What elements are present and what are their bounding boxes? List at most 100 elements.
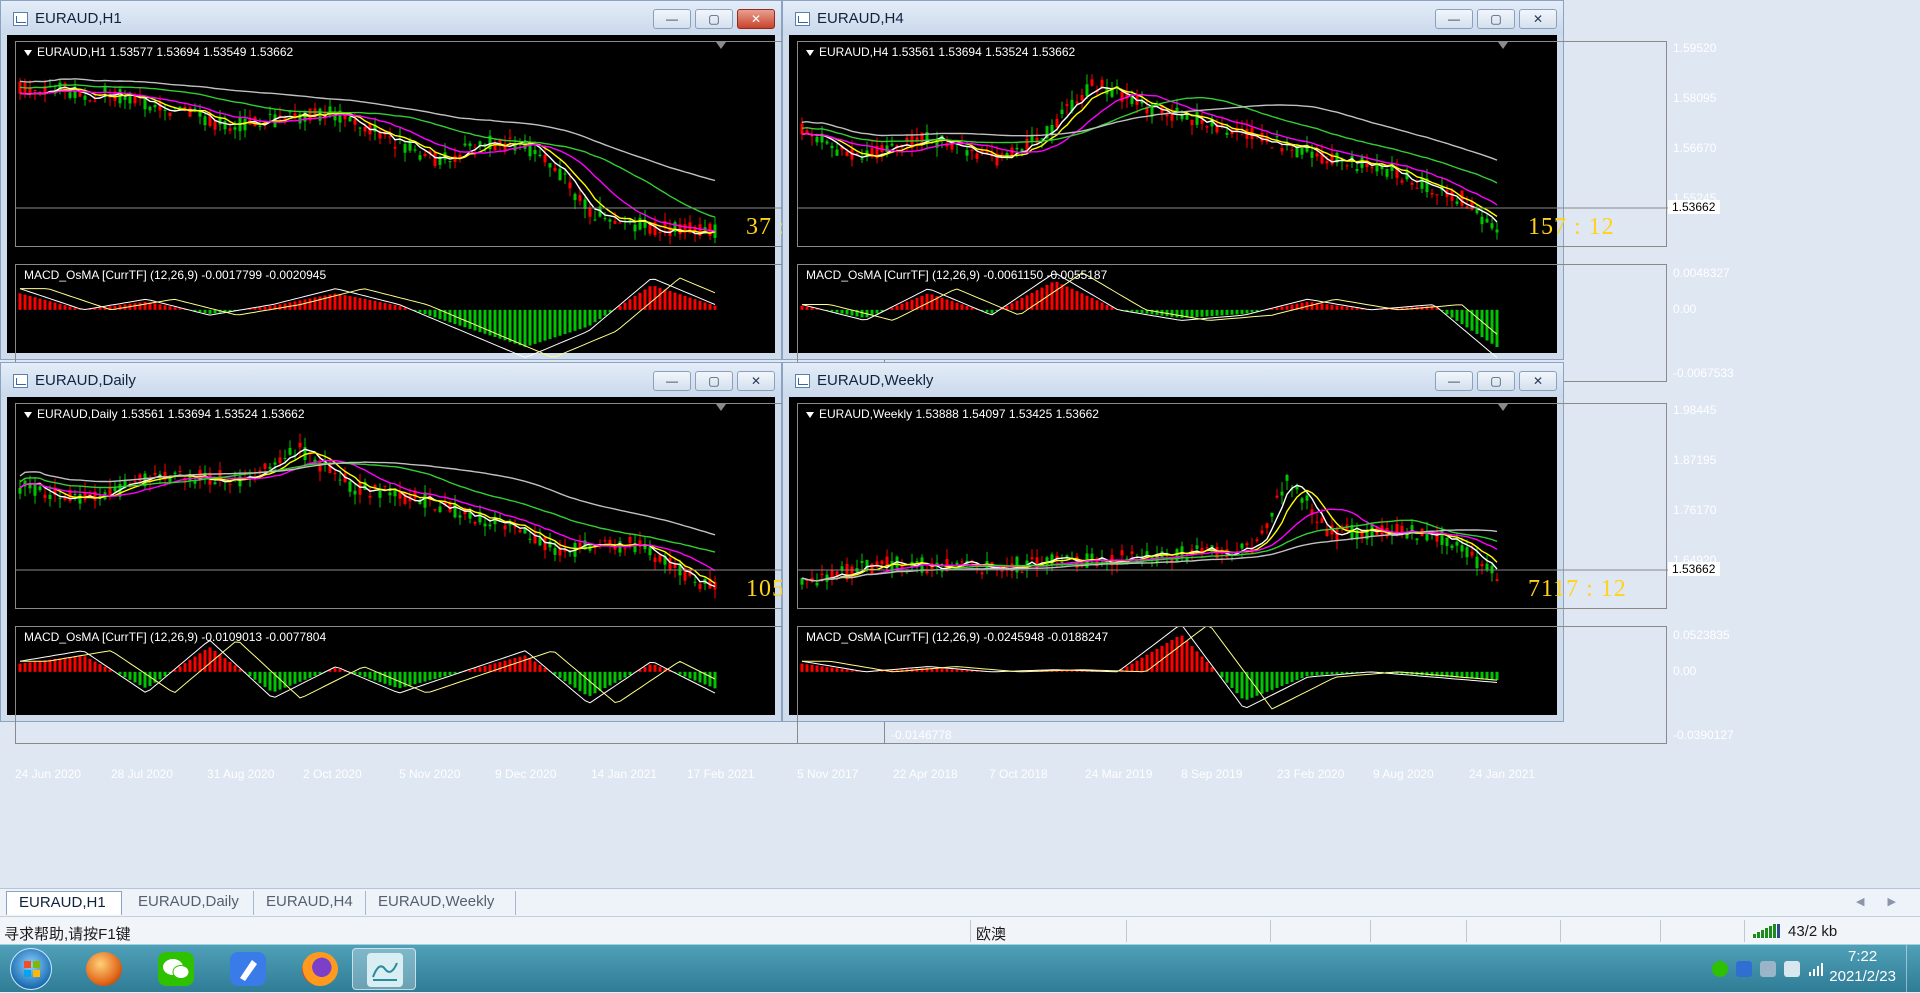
candle-body bbox=[469, 143, 472, 145]
candle-body bbox=[1486, 564, 1489, 570]
macd-panel[interactable]: MACD_OsMA [CurrTF] (12,26,9) -0.0245948 … bbox=[797, 626, 1667, 744]
candle-body bbox=[1346, 165, 1349, 166]
osma-bar bbox=[911, 300, 914, 310]
tab-euraud-weekly[interactable]: EURAUD,Weekly bbox=[366, 891, 516, 915]
tab-euraud-h4[interactable]: EURAUD,H4 bbox=[254, 891, 366, 915]
osma-bar bbox=[1496, 310, 1499, 347]
close-button[interactable]: ✕ bbox=[737, 371, 775, 391]
maximize-button[interactable]: ▢ bbox=[1477, 9, 1515, 29]
price-panel[interactable]: EURAUD,Weekly 1.53888 1.54097 1.53425 1.… bbox=[797, 403, 1667, 609]
window-titlebar[interactable]: EURAUD,Weekly — ▢ ✕ bbox=[783, 363, 1563, 397]
window-title: EURAUD,Weekly bbox=[817, 372, 933, 389]
chart-area[interactable]: EURAUD,H1 1.53577 1.53694 1.53549 1.5366… bbox=[7, 35, 775, 353]
osma-bar bbox=[1131, 664, 1134, 672]
minimize-button[interactable]: — bbox=[1435, 9, 1473, 29]
osma-bar bbox=[54, 659, 57, 672]
collapse-triangle-icon[interactable] bbox=[24, 412, 32, 418]
osma-bar bbox=[484, 310, 487, 334]
osma-bar bbox=[369, 300, 372, 310]
osma-bar bbox=[529, 658, 532, 672]
chart-window-h4[interactable]: EURAUD,H4 — ▢ ✕ EURAUD,H4 1.53561 1.5369… bbox=[782, 0, 1564, 360]
collapse-triangle-icon[interactable] bbox=[806, 412, 814, 418]
shift-marker-icon[interactable] bbox=[1498, 404, 1508, 411]
osma-bar bbox=[1301, 303, 1304, 310]
collapse-triangle-icon[interactable] bbox=[806, 50, 814, 56]
clock-date: 2021/2/23 bbox=[1829, 967, 1896, 987]
osma-bar bbox=[1091, 298, 1094, 310]
candle-body bbox=[891, 144, 894, 146]
chart-window-daily[interactable]: EURAUD,Daily — ▢ ✕ EURAUD,Daily 1.53561 … bbox=[0, 362, 782, 722]
osma-bar bbox=[339, 669, 342, 672]
volume-muted-tray-icon[interactable] bbox=[1784, 961, 1800, 977]
taskbar-app-wechat[interactable] bbox=[144, 948, 208, 990]
security-tray-icon[interactable] bbox=[1736, 961, 1752, 977]
candle-body bbox=[274, 462, 277, 464]
osma-bar bbox=[1476, 672, 1479, 679]
price-panel[interactable]: EURAUD,H1 1.53577 1.53694 1.53549 1.5366… bbox=[15, 41, 885, 247]
candle-body bbox=[1271, 147, 1274, 148]
collapse-triangle-icon[interactable] bbox=[24, 50, 32, 56]
taskbar-app-firefox[interactable] bbox=[288, 948, 352, 990]
price-panel[interactable]: EURAUD,Daily 1.53561 1.53694 1.53524 1.5… bbox=[15, 403, 885, 609]
macd-panel[interactable]: MACD_OsMA [CurrTF] (12,26,9) -0.0109013 … bbox=[15, 626, 885, 744]
minimize-button[interactable]: — bbox=[1435, 371, 1473, 391]
window-titlebar[interactable]: EURAUD,H4 — ▢ ✕ bbox=[783, 1, 1563, 35]
price-panel[interactable]: EURAUD,H4 1.53561 1.53694 1.53524 1.5366… bbox=[797, 41, 1667, 247]
osma-bar bbox=[1141, 310, 1144, 313]
moving-average-line bbox=[20, 449, 715, 586]
close-button[interactable]: ✕ bbox=[737, 9, 775, 29]
osma-bar bbox=[1016, 301, 1019, 310]
start-button[interactable] bbox=[10, 948, 52, 990]
chart-window-h1[interactable]: EURAUD,H1 — ▢ ✕ EURAUD,H1 1.53577 1.5369… bbox=[0, 0, 782, 360]
shift-marker-icon[interactable] bbox=[716, 42, 726, 49]
osma-bar bbox=[1326, 672, 1329, 675]
osma-bar bbox=[669, 291, 672, 310]
taskbar-app-media-player[interactable] bbox=[72, 948, 136, 990]
close-button[interactable]: ✕ bbox=[1519, 371, 1557, 391]
shift-marker-icon[interactable] bbox=[1498, 42, 1508, 49]
current-price-tag: 1.53662 bbox=[1668, 200, 1720, 214]
candle-body bbox=[589, 208, 592, 216]
candle-countdown: 157 : 12 bbox=[1528, 214, 1615, 240]
taskbar-app-metatrader[interactable] bbox=[352, 948, 416, 990]
osma-bar bbox=[826, 667, 829, 672]
candle-body bbox=[564, 173, 567, 174]
candle-body bbox=[821, 574, 824, 575]
candle-body bbox=[179, 107, 182, 108]
candle-body bbox=[1016, 148, 1019, 149]
signal-strength-icon[interactable] bbox=[1808, 961, 1824, 977]
minimize-button[interactable]: — bbox=[653, 9, 691, 29]
taskbar-app-feishu[interactable] bbox=[216, 948, 280, 990]
chart-area[interactable]: EURAUD,Daily 1.53561 1.53694 1.53524 1.5… bbox=[7, 397, 775, 715]
show-desktop-button[interactable] bbox=[1906, 945, 1920, 993]
osma-bar bbox=[209, 647, 212, 671]
tab-scroll-arrows[interactable]: ◀ ▶ bbox=[1856, 895, 1906, 908]
chart-tab-bar: EURAUD,H1 EURAUD,Daily EURAUD,H4 EURAUD,… bbox=[0, 888, 1920, 916]
connection-status-icon[interactable] bbox=[1752, 923, 1782, 939]
system-clock[interactable]: 7:22 2021/2/23 bbox=[1829, 947, 1896, 987]
shift-marker-icon[interactable] bbox=[716, 404, 726, 411]
osma-bar bbox=[684, 672, 687, 677]
maximize-button[interactable]: ▢ bbox=[1477, 371, 1515, 391]
tab-euraud-h1[interactable]: EURAUD,H1 bbox=[6, 891, 122, 915]
osma-bar bbox=[374, 301, 377, 310]
network-adapter-tray-icon[interactable] bbox=[1760, 961, 1776, 977]
minimize-button[interactable]: — bbox=[653, 371, 691, 391]
chart-window-weekly[interactable]: EURAUD,Weekly — ▢ ✕ EURAUD,Weekly 1.5388… bbox=[782, 362, 1564, 722]
wechat-tray-icon[interactable] bbox=[1712, 961, 1728, 977]
window-titlebar[interactable]: EURAUD,Daily — ▢ ✕ bbox=[1, 363, 781, 397]
osma-bar bbox=[209, 310, 212, 314]
maximize-button[interactable]: ▢ bbox=[695, 371, 733, 391]
osma-bar bbox=[379, 302, 382, 310]
chart-area[interactable]: EURAUD,H4 1.53561 1.53694 1.53524 1.5366… bbox=[789, 35, 1557, 353]
osma-bar bbox=[991, 310, 994, 314]
osma-bar bbox=[1281, 307, 1284, 310]
chart-area[interactable]: EURAUD,Weekly 1.53888 1.54097 1.53425 1.… bbox=[789, 397, 1557, 715]
tab-euraud-daily[interactable]: EURAUD,Daily bbox=[126, 891, 254, 915]
osma-bar bbox=[816, 666, 819, 672]
maximize-button[interactable]: ▢ bbox=[695, 9, 733, 29]
osma-bar bbox=[594, 310, 597, 322]
window-titlebar[interactable]: EURAUD,H1 — ▢ ✕ bbox=[1, 1, 781, 35]
osma-bar bbox=[1271, 672, 1274, 690]
close-button[interactable]: ✕ bbox=[1519, 9, 1557, 29]
